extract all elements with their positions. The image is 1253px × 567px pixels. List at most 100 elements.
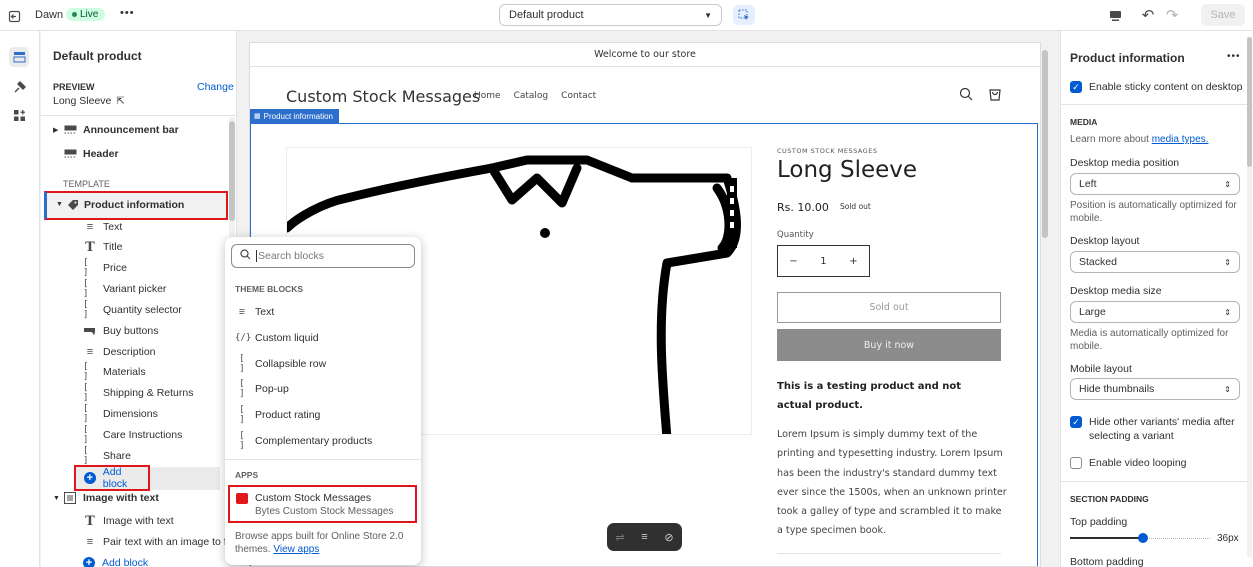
- popup-block-complementary-products[interactable]: [ ] Complementary products: [235, 431, 372, 451]
- undo-icon[interactable]: ↶: [1140, 6, 1156, 24]
- mobile-layout-select[interactable]: Hide thumbnails ⇕: [1070, 378, 1240, 400]
- block-share[interactable]: [ ] Share: [83, 446, 236, 466]
- panel-title: Default product: [53, 49, 142, 63]
- select-value: Stacked: [1079, 256, 1117, 268]
- inspector-icon[interactable]: [733, 5, 755, 25]
- popup-block-popup[interactable]: [ ] Pop-up: [235, 379, 289, 399]
- quantity-label: Quantity: [777, 230, 814, 240]
- hide-variants-checkbox[interactable]: ✓ Hide other variants' media after selec…: [1070, 415, 1245, 443]
- add-block-button-2[interactable]: + Add block: [83, 553, 236, 567]
- quantity-stepper[interactable]: − 1 +: [777, 245, 870, 277]
- section-padding-label: SECTION PADDING: [1070, 494, 1149, 504]
- store-logo[interactable]: Custom Stock Messages: [286, 87, 480, 106]
- block-price[interactable]: [ ] Price: [83, 258, 236, 278]
- app-embeds-icon[interactable]: [9, 105, 29, 125]
- quantity-minus-button[interactable]: −: [789, 256, 797, 267]
- app-block-custom-stock-messages[interactable]: Custom Stock Messages Bytes Custom Stock…: [228, 485, 417, 523]
- block-bracket-icon: [ ]: [83, 279, 89, 299]
- sections-icon[interactable]: [9, 47, 29, 67]
- block-image-with-text[interactable]: T Image with text: [83, 511, 236, 531]
- popup-block-collapsible-row[interactable]: [ ] Collapsible row: [235, 354, 326, 374]
- media-label: MEDIA: [1070, 117, 1098, 127]
- product-description: Lorem Ipsum is simply dummy text of the …: [777, 429, 1007, 537]
- block-materials[interactable]: [ ] Materials: [83, 362, 236, 382]
- block-bracket-icon: [ ]: [239, 379, 245, 399]
- video-looping-checkbox[interactable]: Enable video looping: [1070, 457, 1187, 469]
- template-select[interactable]: Default product ▼: [499, 4, 722, 26]
- sold-out-badge: Sold out: [840, 202, 871, 211]
- eye-hidden-icon[interactable]: ⊘: [664, 531, 673, 544]
- sold-out-button[interactable]: Sold out: [777, 292, 1001, 323]
- settings-more-button[interactable]: •••: [1227, 51, 1241, 62]
- popup-block-custom-liquid[interactable]: {/} Custom liquid: [235, 328, 319, 348]
- divider: [1061, 104, 1253, 105]
- layout-icon[interactable]: ⇌: [615, 531, 624, 544]
- nav-catalog[interactable]: Catalog: [514, 91, 549, 101]
- desktop-view-icon[interactable]: [1107, 8, 1123, 24]
- desktop-layout-select[interactable]: Stacked ⇕: [1070, 251, 1240, 273]
- popup-block-text[interactable]: ≡ Text: [235, 302, 274, 322]
- search-icon[interactable]: [959, 87, 973, 104]
- block-dimensions[interactable]: [ ] Dimensions: [83, 404, 236, 424]
- redo-icon[interactable]: ↷: [1164, 6, 1180, 24]
- divider: [1061, 481, 1253, 482]
- code-icon: {/}: [235, 333, 252, 343]
- exit-icon[interactable]: [6, 8, 22, 24]
- block-label: Dimensions: [103, 408, 158, 420]
- preview-scrollbar[interactable]: [1041, 42, 1049, 567]
- block-bracket-icon: [ ]: [239, 354, 245, 374]
- section-product-information[interactable]: ▼ Product information: [44, 191, 228, 220]
- popup-block-label: Product rating: [255, 409, 321, 421]
- sticky-checkbox[interactable]: ✓ Enable sticky content on desktop: [1070, 81, 1243, 93]
- search-blocks-input[interactable]: Search blocks: [231, 244, 415, 268]
- block-description[interactable]: ≡ Description: [83, 342, 236, 362]
- section-label: Announcement bar: [83, 124, 179, 136]
- popup-block-product-rating[interactable]: [ ] Product rating: [235, 405, 320, 425]
- desktop-media-size-select[interactable]: Large ⇕: [1070, 301, 1240, 323]
- block-text[interactable]: ≡ Text: [83, 217, 236, 237]
- app-name: Custom Stock Messages: [255, 492, 372, 504]
- section-image-with-text[interactable]: ▼ Image with text: [53, 488, 233, 508]
- block-bracket-icon: [ ]: [83, 300, 89, 320]
- theme-settings-icon[interactable]: [9, 77, 29, 97]
- block-variant-picker[interactable]: [ ] Variant picker: [83, 279, 236, 299]
- section-announcement-bar[interactable]: ▶ Announcement bar: [53, 120, 233, 140]
- checkmark-icon: ✓: [1070, 81, 1082, 93]
- block-pair-text[interactable]: ≡ Pair text with an image to f...: [83, 532, 236, 552]
- block-quantity-selector[interactable]: [ ] Quantity selector: [83, 300, 236, 320]
- theme-actions-button[interactable]: •••: [120, 7, 135, 19]
- preview-product[interactable]: Long Sleeve ⇱: [53, 95, 125, 107]
- block-title[interactable]: T Title: [83, 237, 236, 257]
- mobile-layout-label: Mobile layout: [1070, 363, 1132, 375]
- reorder-icon[interactable]: ≡: [641, 531, 647, 543]
- save-button[interactable]: Save: [1201, 4, 1245, 26]
- preview-label: PREVIEW: [53, 82, 95, 92]
- change-preview-link[interactable]: Change: [197, 81, 234, 93]
- main-nav: Home Catalog Contact: [474, 91, 596, 101]
- settings-scrollbar[interactable]: [1247, 37, 1252, 557]
- media-types-link[interactable]: media types.: [1152, 134, 1209, 145]
- nav-home[interactable]: Home: [474, 91, 501, 101]
- live-dot-icon: [72, 12, 77, 17]
- add-block-label: Add block: [102, 557, 149, 567]
- section-header[interactable]: Header: [63, 144, 236, 164]
- nav-contact[interactable]: Contact: [561, 91, 596, 101]
- quantity-plus-button[interactable]: +: [849, 256, 857, 267]
- block-shipping-returns[interactable]: [ ] Shipping & Returns: [83, 383, 236, 403]
- buy-now-button[interactable]: Buy it now: [777, 329, 1001, 361]
- popup-block-label: Custom liquid: [255, 332, 319, 344]
- chevron-down-icon: ▼: [56, 201, 63, 208]
- block-label: Materials: [103, 366, 146, 378]
- text-lines-icon: ≡: [86, 346, 94, 358]
- block-care-instructions[interactable]: [ ] Care Instructions: [83, 425, 236, 445]
- settings-title: Product information: [1070, 51, 1185, 65]
- block-buy-buttons[interactable]: Buy buttons: [83, 321, 236, 341]
- top-padding-slider[interactable]: [1070, 532, 1210, 544]
- desktop-media-position-select[interactable]: Left ⇕: [1070, 173, 1240, 195]
- template-select-value: Default product: [509, 9, 584, 21]
- section-tag[interactable]: ▦ Product information: [250, 109, 339, 123]
- cart-icon[interactable]: [988, 86, 1002, 104]
- add-block-popover: Search blocks THEME BLOCKS ≡ Text {/} Cust…: [225, 237, 421, 565]
- quantity-value[interactable]: 1: [820, 256, 826, 267]
- view-apps-link[interactable]: View apps: [273, 544, 319, 555]
